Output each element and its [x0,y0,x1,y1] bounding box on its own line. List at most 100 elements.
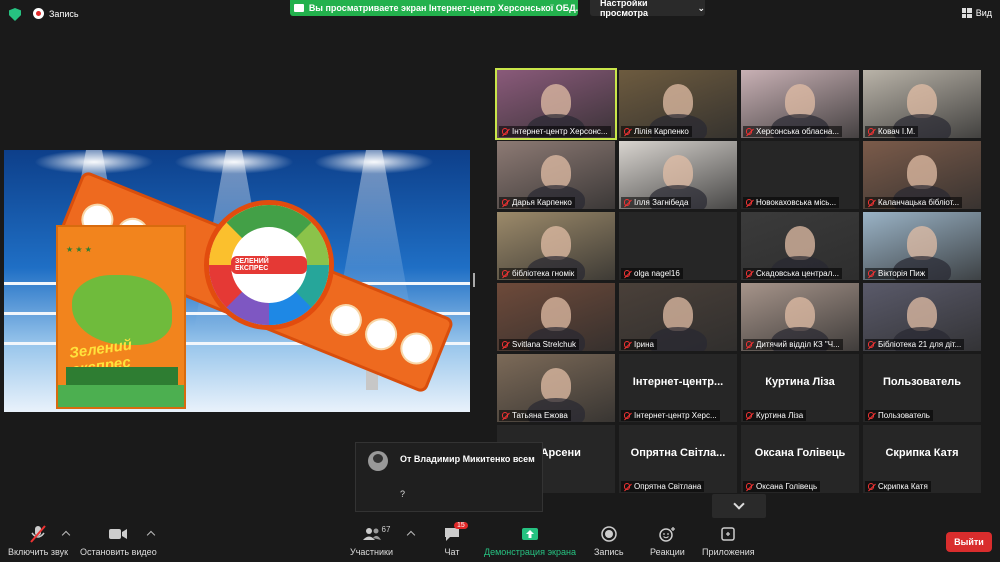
share-banner-text: Вы просматриваете экран Інтернет-центр Х… [308,3,578,13]
participant-tile[interactable]: Вікторія Пиж [863,212,981,280]
participant-tile[interactable]: Опрятна Світла... Опрятна Світлана [619,425,737,493]
view-label: Вид [975,8,992,18]
participant-name-text: Ірина [634,340,655,349]
mic-muted-icon [868,128,874,135]
record-label: Запись [594,547,624,557]
participant-tile[interactable]: Бібліотека 21 для діт... [863,283,981,351]
participant-name: Оксана Голівець [743,481,821,492]
participant-name-text: Вікторія Пиж [878,269,926,278]
participant-tile[interactable]: Ілля Загнібеда [619,141,737,209]
participant-tile[interactable]: Скрипка Катя Скрипка Катя [863,425,981,493]
participant-tile[interactable]: Татьяна Ежова [497,354,615,422]
participant-name: Опрятна Світлана [621,481,705,492]
participant-tile[interactable]: Лілія Карпенко [619,70,737,138]
participant-name: Ілля Загнібеда [621,197,692,208]
participant-name: Каланчацька бібліот... [865,197,963,208]
video-camera-icon [106,524,130,544]
participant-tile[interactable]: Svitlana Strelchuk [497,283,615,351]
security-shield-icon[interactable] [9,8,21,21]
record-button[interactable]: Запись [594,524,624,557]
panel-splitter-handle[interactable] [473,273,475,287]
participant-silhouette [541,226,571,260]
apps-button[interactable]: Приложения [702,524,755,557]
participant-name: Інтернет-центр Херс... [621,410,720,421]
scroll-down-button[interactable] [712,494,766,518]
participant-tile[interactable]: olga nagel16 [619,212,737,280]
chat-notification[interactable]: От Владимир Микитенко всем ? [355,442,543,512]
view-options-button[interactable]: Настройки просмотра ⌄ [590,0,705,18]
participants-button[interactable]: 67 Участники [350,524,393,557]
participant-silhouette [541,297,571,331]
participant-tile[interactable]: Дарья Карпенко [497,141,615,209]
participant-name-text: Куртина Ліза [756,411,804,420]
participant-tile[interactable]: Каланчацька бібліот... [863,141,981,209]
leave-button[interactable]: Выйти [946,532,992,552]
chat-label: Чат [444,547,460,557]
mic-muted-icon [624,341,630,348]
apps-label: Приложения [702,547,755,557]
mic-muted-icon [746,412,752,419]
medal [325,299,367,341]
spotlight [174,150,294,174]
avatar [368,451,388,471]
participant-silhouette [907,84,937,118]
participant-silhouette [541,84,571,118]
participant-tile[interactable]: Інтернет-центр... Інтернет-центр Херс... [619,354,737,422]
participant-name: Інтернет-центр Херсонс... [499,126,611,137]
recording-label: Запись [49,8,79,19]
unmute-button[interactable]: Включить звук [8,524,68,557]
participant-silhouette [907,297,937,331]
shared-screen[interactable]: ЗЕЛЕНИЙ ЕКСПРЕС ★ ★ ★ Зелений експрес [4,150,470,412]
participant-tile[interactable]: Дитячий відділ КЗ "Ч... [741,283,859,351]
record-icon [597,524,621,544]
mic-muted-icon [868,270,874,277]
participant-name: Svitlana Strelchuk [499,339,580,350]
participant-tile[interactable]: Ірина [619,283,737,351]
participants-icon: 67 [360,524,390,544]
recording-indicator[interactable]: Запись [33,8,79,19]
mic-muted-icon [868,341,874,348]
mic-muted-icon [868,199,874,206]
wheel-title: ЗЕЛЕНИЙ ЕКСПРЕС [231,256,307,274]
chat-button[interactable]: 15 Чат [440,522,468,557]
participant-name: Вікторія Пиж [865,268,929,279]
share-screen-button[interactable]: Демонстрация экрана [484,524,576,557]
participant-name: Лілія Карпенко [621,126,692,137]
book-grass [58,385,184,407]
participant-name: Ковач І.М. [865,126,919,137]
participant-display-name: Скрипка Катя [885,447,959,459]
book-cover: ★ ★ ★ Зелений експрес [56,225,186,409]
reactions-button[interactable]: Реакции [650,524,685,557]
participant-name-text: Новокаховська місь... [756,198,837,207]
apps-icon [716,524,740,544]
participant-display-name: Оксана Голівець [754,447,846,459]
mic-muted-icon [502,341,508,348]
participant-tile[interactable]: Новокаховська місь... [741,141,859,209]
participant-name: Дитячий відділ КЗ "Ч... [743,339,843,350]
emoji-plus-icon [655,524,679,544]
chat-sender: От Владимир Микитенко всем [400,454,535,464]
participant-name-text: Лілія Карпенко [634,127,689,136]
participant-tile[interactable]: Пользователь Пользователь [863,354,981,422]
participant-name-text: Інтернет-центр Херсонс... [512,127,608,136]
participant-tile[interactable]: Скадовська централ... [741,212,859,280]
mic-off-icon [26,524,50,544]
mic-muted-icon [624,199,630,206]
participant-tile[interactable]: Куртина Ліза Куртина Ліза [741,354,859,422]
participants-options-caret[interactable] [406,530,416,540]
participant-tile[interactable]: Херсонська обласна... [741,70,859,138]
stop-video-button[interactable]: Остановить видео [80,524,157,557]
participant-name-text: Каланчацька бібліот... [878,198,960,207]
participant-tile[interactable]: Інтернет-центр Херсонс... [495,68,617,140]
participant-tile[interactable]: бібліотека гномік [497,212,615,280]
mic-muted-icon [746,483,752,490]
participant-tile[interactable]: Оксана Голівець Оксана Голівець [741,425,859,493]
participant-name-text: Скадовська централ... [756,269,839,278]
participant-display-name: Інтернет-центр... [632,376,724,388]
participant-silhouette [785,84,815,118]
chevron-down-icon [733,498,745,510]
mic-muted-icon [868,412,874,419]
participant-tile[interactable]: Ковач І.М. [863,70,981,138]
mic-muted-icon [868,483,874,490]
view-button[interactable]: Вид [961,8,992,18]
